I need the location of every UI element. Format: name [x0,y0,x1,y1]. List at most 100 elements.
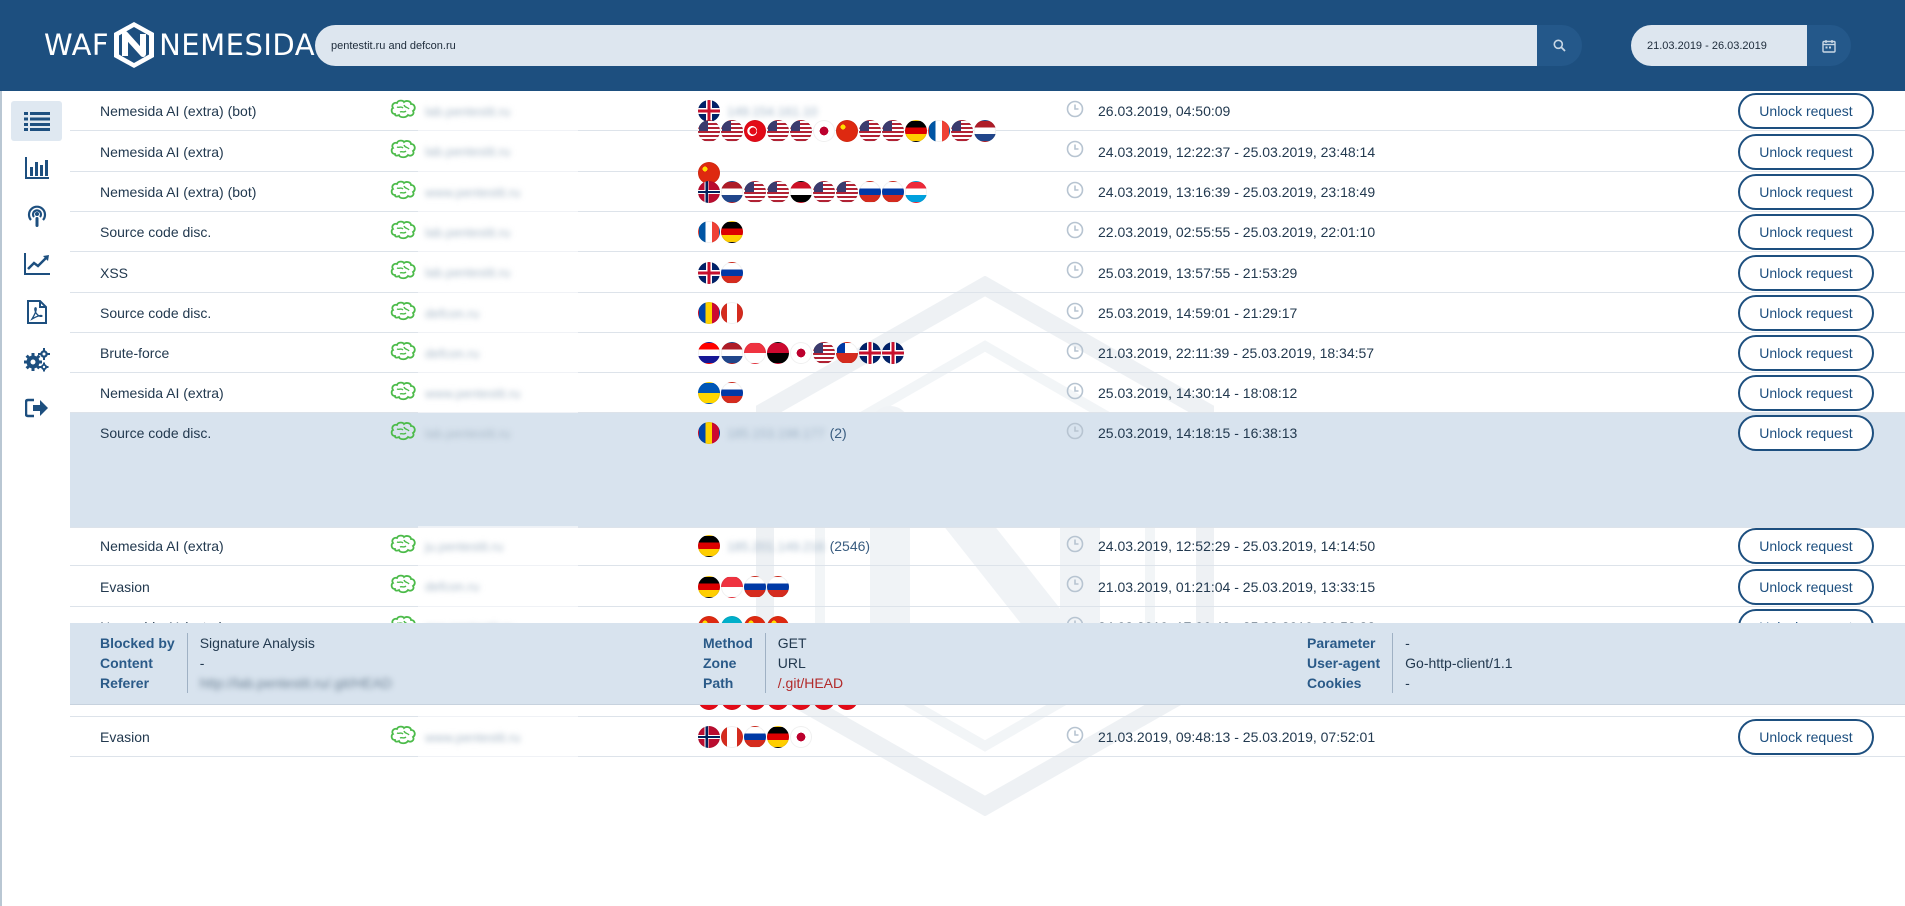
sidebar-item-logout[interactable] [11,388,62,428]
flag-ru-icon [859,181,881,203]
brain-icon [390,341,416,366]
top-header: WAF NEMESIDA [0,0,1905,91]
clock-icon [1066,535,1084,558]
source-flags [698,181,998,203]
sidebar-item-analytics[interactable] [11,244,62,284]
clock-icon [1066,261,1084,284]
unlock-request-button[interactable]: Unlock request [1738,295,1874,331]
table-row[interactable]: Nemesida AI (extra) (bot) www.pentestit.r… [70,172,1905,212]
attack-type: Source code disc. [100,425,212,441]
flag-lu-icon [905,181,927,203]
unlock-request-button[interactable]: Unlock request [1738,719,1874,755]
sidebar-item-statistics[interactable] [11,148,62,188]
details-group-general: Blocked by Content Referer Signature Ana… [100,633,392,693]
flag-sg-icon [744,342,766,364]
search-bar [315,25,1582,66]
unlock-request-button[interactable]: Unlock request [1738,254,1874,291]
flag-cl-icon [836,342,858,364]
clock-icon [1066,575,1084,598]
time-range: 24.03.2019, 12:22:37 - 25.03.2019, 23:48… [1098,143,1376,160]
time-range: 25.03.2019, 14:18:15 - 16:38:13 [1098,425,1298,441]
unlock-request-button[interactable]: Unlock request [1738,335,1874,371]
flag-md-icon [698,302,720,324]
table-row[interactable]: Nemesida AI (extra) www.pentestit.ru 25.03… [70,373,1905,413]
unlock-request-button[interactable]: Unlock request [1738,174,1874,210]
sidebar-item-monitoring[interactable] [11,196,62,236]
logo-text-nemesida: NEMESIDA [159,28,316,62]
flag-gb-icon [882,342,904,364]
flag-jp-icon [813,119,835,142]
time-range: 21.03.2019, 22:11:39 - 25.03.2019, 18:34… [1098,345,1375,361]
flag-de-icon [767,726,789,748]
host-name: lab.pentestit.ru [425,265,511,280]
table-row[interactable]: Evasion www.pentestit.ru 21.03.2019, 09:48… [70,717,1905,757]
parameter-label: Parameter [1307,635,1376,651]
unlock-request-button[interactable]: Unlock request [1738,568,1874,605]
cogs-icon [23,348,50,372]
flag-ao-icon [767,342,789,364]
request-count: (2) [829,425,847,441]
flag-ru-icon [721,382,743,404]
request-count: (2546) [829,538,871,554]
time-range: 25.03.2019, 14:30:14 - 18:08:12 [1098,385,1298,401]
flag-ru-icon [744,726,766,748]
attack-type: Brute-force [100,345,170,361]
time-range: 25.03.2019, 14:59:01 - 21:29:17 [1098,305,1298,321]
unlock-request-button[interactable]: Unlock request [1738,214,1874,250]
brain-icon [390,381,416,406]
sidebar [0,91,70,906]
search-button[interactable] [1537,25,1582,66]
flag-us-icon [813,342,835,364]
table-row[interactable]: Brute-force defcon.ru 21.03.2019, 22:11:39… [70,333,1905,373]
unlock-request-button[interactable]: Unlock request [1738,528,1874,564]
flag-us-icon [859,119,881,142]
zone-value: URL [777,655,806,671]
host-name: lab.pentestit.ru [425,224,511,240]
flag-de-icon [698,535,720,557]
cookies-value: - [1405,675,1410,691]
table-row[interactable]: Source code disc. lab.pentestit.ru 185.153… [70,413,1905,528]
flag-ru-icon [767,575,789,598]
unlock-request-button[interactable]: Unlock request [1738,375,1874,411]
cookies-label: Cookies [1307,675,1362,691]
search-input[interactable] [315,25,1537,66]
method-value: GET [777,635,807,651]
details-group-request: Method Zone Path GET URL /.git/HEAD [703,633,843,693]
clock-icon [1066,221,1084,244]
flag-ca-icon [721,726,743,748]
source-flags [698,221,998,243]
host-name: ju.pentestit.ru [425,538,504,554]
source-flags: 185.153.198.177 (2) [698,422,998,444]
source-flags: 185.201.149.216 (2546) [698,535,998,557]
table-row[interactable]: Source code disc. defcon.ru 25.03.2019, 14… [70,293,1905,333]
calendar-button[interactable] [1807,25,1851,66]
flag-ru-icon [744,575,766,598]
host-name: lab.pentestit.ru [425,103,511,119]
time-range: 26.03.2019, 04:50:09 [1098,103,1231,119]
sidebar-item-requests[interactable] [11,101,62,141]
time-range: 22.03.2019, 02:55:55 - 25.03.2019, 22:01… [1098,224,1376,240]
flag-tr-icon [744,119,766,142]
table-row[interactable]: Nemesida AI (extra) lab.pentestit.ru 24.03… [70,119,1905,184]
user-agent-label: User-agent [1307,655,1381,671]
table-row[interactable]: Source code disc. lab.pentestit.ru 22.03.2… [70,212,1905,252]
flag-cn-icon [836,119,858,142]
attack-type: Nemesida AI (extra) [100,143,224,160]
blocked-by-value: Signature Analysis [199,635,315,651]
unlock-request-button[interactable]: Unlock request [1738,415,1874,451]
flag-sg-icon [721,575,743,598]
table-row[interactable]: XSS lab.pentestit.ru 25.03.2019, 13:57:55 … [70,252,1905,293]
flag-nl-icon [721,342,743,364]
clock-icon [1066,382,1084,405]
time-range: 21.03.2019, 01:21:04 - 25.03.2019, 13:33… [1098,578,1376,595]
table-row[interactable]: Evasion defcon.ru 21.03.2019, 01:21:04 - 2… [70,566,1905,607]
sidebar-item-reports[interactable] [11,292,62,332]
nemesida-logo-icon [114,22,155,68]
date-range-input[interactable] [1631,25,1807,66]
table-row[interactable]: Nemesida AI (extra) ju.pentestit.ru 185.20… [70,526,1905,566]
flag-gb-icon [859,342,881,364]
unlock-request-button[interactable]: Unlock request [1738,133,1874,170]
sidebar-item-settings[interactable] [11,340,62,380]
unlock-request-button[interactable]: Unlock request [1738,93,1874,129]
time-range: 24.03.2019, 12:52:29 - 25.03.2019, 14:14… [1098,538,1376,554]
